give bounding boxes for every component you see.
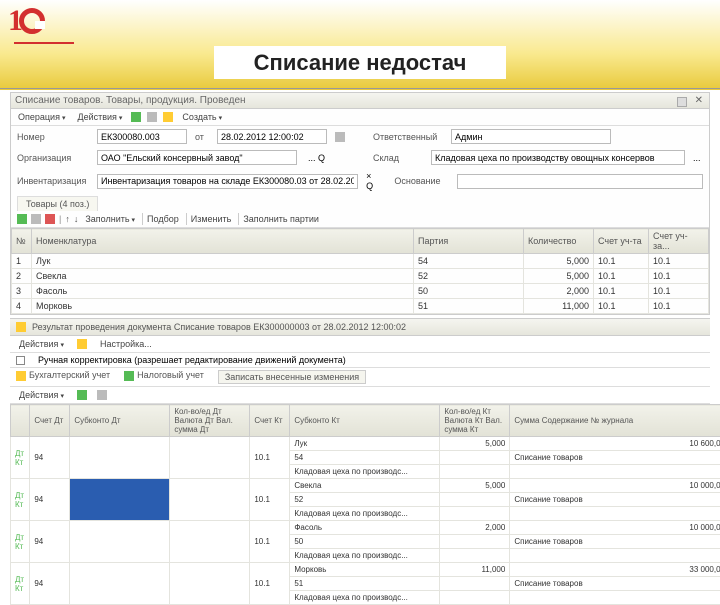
window-title: Списание товаров. Товары, продукция. Про… [11, 93, 709, 109]
items-table[interactable]: № Номенклатура Партия Количество Счет уч… [11, 228, 709, 314]
sklad-input[interactable] [431, 150, 685, 165]
document-window: Списание товаров. Товары, продукция. Про… [10, 92, 710, 315]
tab-acct[interactable]: Бухгалтерский учет [16, 370, 110, 384]
row-copy-icon[interactable] [31, 214, 41, 224]
row-del-icon[interactable] [45, 214, 55, 224]
table-row[interactable]: 2Свекла525,00010.110.1 [12, 269, 709, 284]
inv-input[interactable] [97, 174, 358, 189]
posting-row[interactable]: ДтКт9410.1Лук5,00010 600,00 [11, 437, 720, 451]
logo: 1 [8, 4, 45, 38]
date-input[interactable] [217, 129, 327, 144]
org-label: Организация [17, 153, 89, 163]
table-row[interactable]: 1Лук545,00010.110.1 [12, 254, 709, 269]
col-dt: Счет Дт [30, 405, 70, 437]
print-icon[interactable] [677, 97, 687, 107]
org-input[interactable] [97, 150, 297, 165]
col-kt: Счет Кт [250, 405, 290, 437]
otv-label: Ответственный [373, 132, 443, 142]
close-icon[interactable]: ✕ [695, 95, 703, 106]
fillbatch-button[interactable]: Заполнить партии [238, 213, 322, 225]
table-row[interactable]: 4Морковь5111,00010.110.1 [12, 299, 709, 314]
save-changes-button[interactable]: Записать внесенные изменения [218, 370, 366, 384]
col-acct: Счет уч-та [594, 229, 649, 254]
number-input[interactable] [97, 129, 187, 144]
posting-row[interactable]: ДтКт9410.1Морковь11,00033 000,00 [11, 563, 720, 577]
col-acctz: Счет уч-за... [649, 229, 709, 254]
create-menu[interactable]: Создать [179, 111, 225, 123]
col-n: № [12, 229, 32, 254]
osn-input[interactable] [457, 174, 703, 189]
col-qtydt: Кол-во/ед Дт Валюта Дт Вал. сумма Дт [170, 405, 250, 437]
manual-checkbox[interactable] [16, 356, 25, 365]
operation-menu[interactable]: Операция [15, 111, 68, 123]
sklad-label: Склад [373, 153, 423, 163]
result-icon [16, 322, 26, 332]
r-add-icon[interactable] [77, 390, 87, 400]
change-button[interactable]: Изменить [186, 213, 235, 225]
osn-label: Основание [394, 176, 449, 186]
slide-title: Списание недостач [214, 46, 507, 79]
otv-input[interactable] [451, 129, 611, 144]
result-actions2[interactable]: Действия [16, 389, 67, 401]
posting-row[interactable]: ДтКт9410.1Фасоль2,00010 000,00 [11, 521, 720, 535]
col-sum: Сумма Содержание № журнала [510, 405, 720, 437]
settings-button[interactable]: Настройка... [97, 338, 155, 350]
col-subdt: Субконто Дт [70, 405, 170, 437]
result-actions[interactable]: Действия [16, 338, 67, 350]
sort-down-icon[interactable]: ↓ [74, 214, 79, 224]
actions-menu[interactable]: Действия [74, 111, 125, 123]
inv-label: Инвентаризация [17, 176, 89, 186]
copy-icon[interactable] [147, 112, 157, 122]
items-tab[interactable]: Товары (4 поз.) [17, 196, 98, 211]
manual-label: Ручная корректировка (разрешает редактир… [38, 355, 346, 365]
calendar-icon[interactable] [335, 132, 345, 142]
col-qtykt: Кол-во/ед Кт Валюта Кт Вал. сумма Кт [440, 405, 510, 437]
col-subkt: Субконто Кт [290, 405, 440, 437]
settings-icon[interactable] [77, 339, 87, 349]
fill-menu[interactable]: Заполнить [82, 213, 138, 225]
add-icon[interactable] [131, 112, 141, 122]
table-row[interactable]: 3Фасоль502,00010.110.1 [12, 284, 709, 299]
postings-table[interactable]: Счет Дт Субконто Дт Кол-во/ед Дт Валюта … [10, 404, 720, 605]
number-label: Номер [17, 132, 89, 142]
post-icon[interactable] [163, 112, 173, 122]
col-qty: Количество [524, 229, 594, 254]
row-add-icon[interactable] [17, 214, 27, 224]
pick-button[interactable]: Подбор [142, 213, 182, 225]
posting-row[interactable]: ДтКт9410.1Свекла5,00010 000,00 [11, 479, 720, 493]
date-label: от [195, 132, 209, 142]
sort-up-icon[interactable]: ↑ [65, 214, 70, 224]
tab-tax[interactable]: Налоговый учет [124, 370, 204, 384]
col-party: Партия [414, 229, 524, 254]
result-title: Результат проведения документа Списание … [32, 322, 704, 332]
r-copy-icon[interactable] [97, 390, 107, 400]
col-nom: Номенклатура [32, 229, 414, 254]
